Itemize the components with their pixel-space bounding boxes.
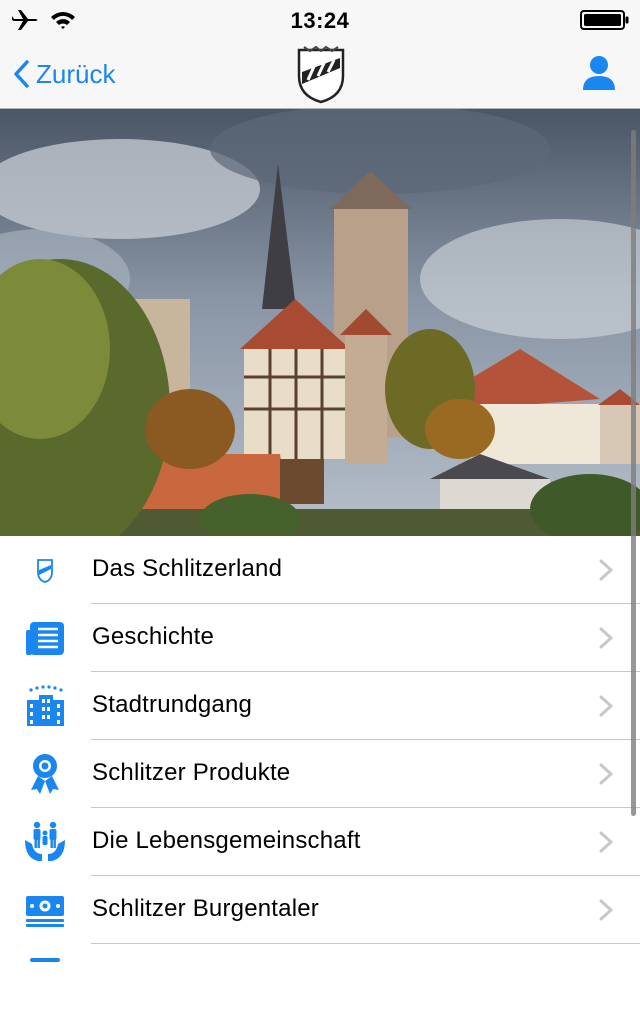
castle-hero-image: [0, 109, 640, 536]
menu-item-label: Das Schlitzerland: [92, 555, 283, 582]
battery-icon: [580, 10, 629, 30]
town-crest-logo: [297, 45, 345, 104]
chevron-right-icon: [599, 559, 613, 581]
city-buildings-icon: [27, 685, 64, 726]
menu-item-label: Geschichte: [92, 623, 215, 650]
chevron-right-icon: [599, 899, 613, 921]
menu-item-die-lebensgemeinschaft[interactable]: Die Lebensgemeinschaft: [0, 808, 640, 876]
menu-item-partial[interactable]: [0, 944, 640, 1012]
menu-list: Das Schlitzerland Geschichte Stadtrundga…: [0, 536, 640, 1012]
status-time: 13:24: [290, 8, 350, 33]
menu-item-das-schlitzerland[interactable]: Das Schlitzerland: [0, 536, 640, 604]
menu-item-geschichte[interactable]: Geschichte: [0, 604, 640, 672]
user-icon[interactable]: [580, 54, 618, 94]
banknote-icon: [26, 896, 64, 927]
navigation-bar: Zurück: [0, 40, 640, 109]
chevron-right-icon: [599, 763, 613, 785]
chevron-right-icon: [599, 627, 613, 649]
menu-item-label: Stadtrundgang: [92, 691, 253, 718]
menu-item-label: Schlitzer Produkte: [92, 759, 291, 786]
crest-icon: [37, 559, 53, 583]
scroll-indicator[interactable]: [631, 130, 636, 816]
menu-item-label: Schlitzer Burgentaler: [92, 895, 319, 922]
menu-item-schlitzer-burgentaler[interactable]: Schlitzer Burgentaler: [0, 876, 640, 944]
back-label: Zurück: [36, 58, 116, 89]
chevron-right-icon: [599, 831, 613, 853]
back-button[interactable]: Zurück: [12, 50, 115, 98]
newspaper-icon: [26, 622, 64, 655]
partial-icon: [30, 958, 60, 962]
chevron-left-icon: [14, 60, 29, 88]
status-bar: 13:24: [0, 0, 640, 40]
family-hands-icon: [25, 821, 65, 861]
chevron-right-icon: [599, 695, 613, 717]
menu-item-label: Die Lebensgemeinschaft: [92, 827, 361, 854]
menu-item-schlitzer-produkte[interactable]: Schlitzer Produkte: [0, 740, 640, 808]
award-ribbon-icon: [31, 754, 59, 794]
menu-item-stadtrundgang[interactable]: Stadtrundgang: [0, 672, 640, 740]
